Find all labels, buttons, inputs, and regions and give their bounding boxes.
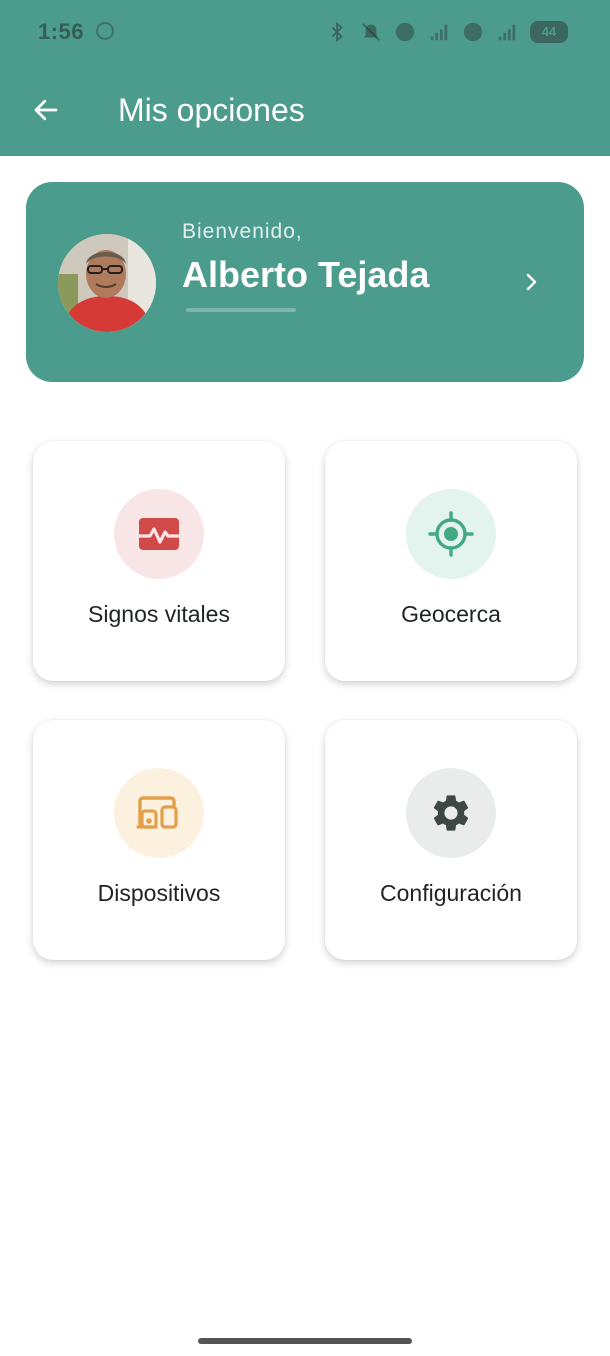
status-time: 1:56 [38, 19, 85, 44]
app-header: 1:56 44 Mis opciones [0, 0, 610, 156]
option-label: Configuración [380, 880, 522, 906]
heart-monitor-icon [137, 518, 181, 550]
battery-icon: 44 [530, 21, 568, 43]
devices-icon-circle [114, 768, 204, 858]
profile-card[interactable]: Bienvenido, Alberto Tejada [26, 182, 584, 382]
data-icon-2 [463, 22, 483, 42]
option-geofence[interactable]: Geocerca [325, 441, 577, 681]
vital-signs-icon-circle [114, 489, 204, 579]
signal-icon [430, 24, 448, 41]
status-bar: 1:56 44 [0, 0, 610, 64]
avatar [58, 234, 156, 332]
option-label: Geocerca [401, 601, 501, 627]
option-label: Dispositivos [97, 880, 221, 906]
avatar-photo [58, 234, 156, 332]
devices-icon [136, 796, 178, 829]
back-button[interactable] [26, 90, 66, 130]
gps-target-icon [428, 511, 474, 557]
user-name: Alberto Tejada [182, 254, 430, 295]
home-indicator[interactable] [198, 1338, 412, 1344]
mute-icon [362, 23, 380, 41]
option-label: Signos vitales [88, 601, 230, 627]
option-vital-signs[interactable]: Signos vitales [33, 441, 285, 681]
data-icon [395, 22, 415, 42]
gear-icon [433, 795, 469, 831]
signal-icon-2 [498, 24, 516, 41]
settings-icon-circle [406, 768, 496, 858]
greeting-text: Bienvenido, [182, 220, 303, 243]
option-devices[interactable]: Dispositivos [33, 720, 285, 960]
subtitle-placeholder [186, 308, 296, 312]
option-settings[interactable]: Configuración [325, 720, 577, 960]
arrow-left-icon [34, 99, 58, 121]
page-title: Mis opciones [118, 92, 305, 128]
app-bar: Mis opciones [0, 64, 610, 156]
chevron-right-icon [526, 273, 537, 291]
notification-icon [96, 22, 114, 40]
status-icons: 44 [326, 20, 568, 44]
bluetooth-icon [331, 21, 343, 43]
geofence-icon-circle [406, 489, 496, 579]
